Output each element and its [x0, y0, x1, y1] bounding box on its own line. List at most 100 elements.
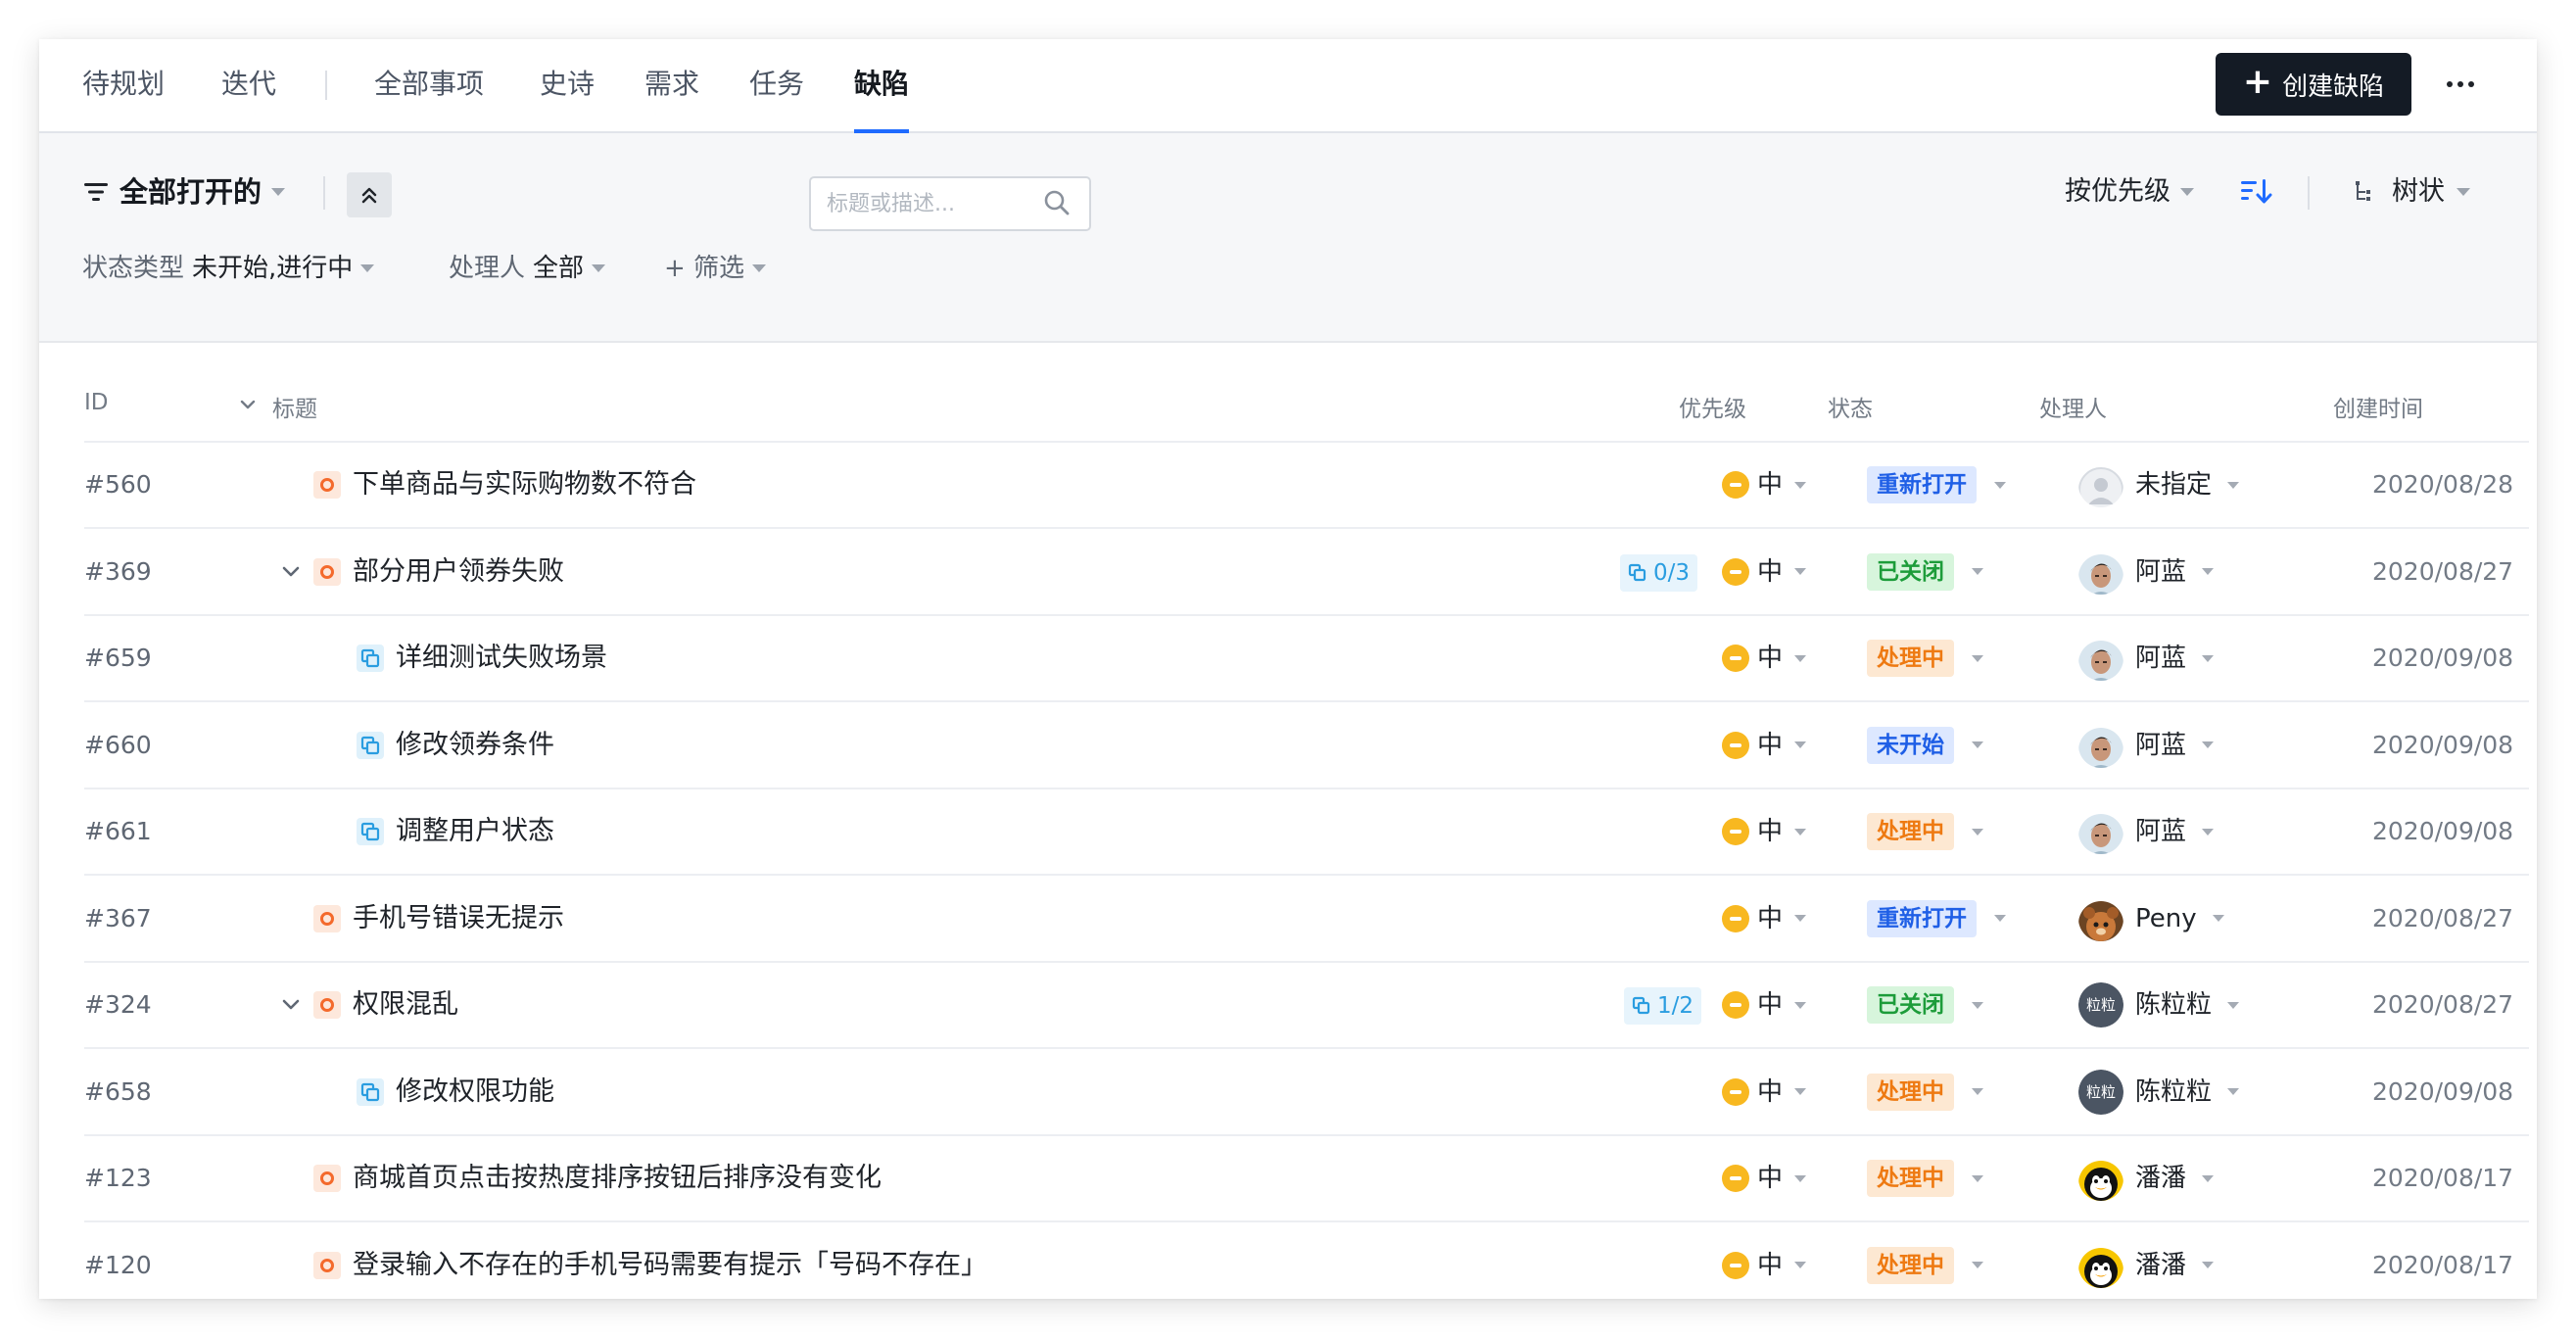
- defect-title-cell[interactable]: 下单商品与实际购物数不符合: [313, 443, 696, 527]
- status-selector[interactable]: 重新打开: [1867, 443, 2006, 527]
- created-date: 2020/08/27: [2372, 990, 2514, 1019]
- defect-id[interactable]: #659: [84, 616, 152, 700]
- priority-selector[interactable]: 中: [1722, 789, 1807, 874]
- chevron-down-icon: [1794, 654, 1807, 662]
- defect-title-cell[interactable]: 修改领券条件: [357, 703, 554, 788]
- add-filter-button[interactable]: + 筛选: [664, 249, 767, 288]
- table-row[interactable]: #661 调整用户状态 中 处理中 阿蓝 2020/09/08: [84, 789, 2529, 876]
- tab-task[interactable]: 任务: [749, 39, 804, 133]
- defect-id[interactable]: #660: [84, 703, 152, 788]
- priority-selector[interactable]: 中: [1722, 1050, 1807, 1134]
- chevron-double-up-icon: [361, 187, 377, 204]
- tab-backlog[interactable]: 待规划: [82, 39, 165, 133]
- assignee-filter[interactable]: 处理人 全部: [449, 249, 606, 288]
- status-selector[interactable]: 处理中: [1867, 1050, 1983, 1134]
- table-row[interactable]: #658 修改权限功能 中 处理中 粒粒 陈粒粒 2020/09/08: [84, 1050, 2529, 1136]
- subtask-count-badge[interactable]: 0/3: [1620, 553, 1698, 592]
- priority-selector[interactable]: 中: [1722, 1136, 1807, 1220]
- table-row[interactable]: #123 商城首页点击按热度排序按钮后排序没有变化 中 处理中 潘潘 2020/08/17: [84, 1136, 2529, 1222]
- col-created[interactable]: 创建时间: [2333, 390, 2423, 423]
- tab-all-items[interactable]: 全部事项: [374, 39, 484, 133]
- col-title[interactable]: 标题: [272, 390, 317, 423]
- view-selector[interactable]: 全部打开的: [82, 172, 286, 212]
- status-selector[interactable]: 处理中: [1867, 616, 1983, 700]
- assignee-selector[interactable]: 阿蓝: [2078, 616, 2215, 700]
- chevron-down-icon: [1972, 654, 1983, 662]
- assignee-selector[interactable]: Peny: [2078, 877, 2224, 961]
- table-row[interactable]: #660 修改领券条件 中 未开始 阿蓝 2020/09/08: [84, 703, 2529, 789]
- chevron-down-icon[interactable]: [278, 559, 304, 585]
- assignee-selector[interactable]: 潘潘: [2078, 1223, 2215, 1300]
- assignee-selector[interactable]: 阿蓝: [2078, 530, 2215, 614]
- col-id[interactable]: ID: [84, 390, 109, 415]
- col-status[interactable]: 状态: [1828, 390, 1873, 423]
- chevron-down-icon[interactable]: [278, 992, 304, 1018]
- defect-title-cell[interactable]: 权限混乱: [313, 963, 458, 1047]
- more-options-button[interactable]: [2437, 63, 2484, 106]
- chevron-down-icon: [1994, 481, 2006, 489]
- sort-by-selector[interactable]: 按优先级: [2065, 172, 2194, 212]
- defect-title-cell[interactable]: 登录输入不存在的手机号码需要有提示「号码不存在」: [313, 1223, 987, 1300]
- defect-id[interactable]: #369: [84, 530, 152, 614]
- status-type-value: 未开始,进行中: [192, 254, 354, 283]
- defect-id[interactable]: #658: [84, 1050, 152, 1134]
- priority-label: 中: [1757, 556, 1784, 587]
- priority-selector[interactable]: 中: [1722, 877, 1807, 961]
- status-badge: 重新打开: [1867, 466, 1977, 503]
- tab-epic[interactable]: 史诗: [540, 39, 595, 133]
- priority-selector[interactable]: 中: [1722, 703, 1807, 788]
- table-row[interactable]: #120 登录输入不存在的手机号码需要有提示「号码不存在」 中 处理中 潘潘 2020/0…: [84, 1223, 2529, 1300]
- defect-id[interactable]: #661: [84, 789, 152, 874]
- priority-selector[interactable]: 中: [1722, 616, 1807, 700]
- table-row[interactable]: #367 手机号错误无提示 中 重新打开 Peny 2020/08/27: [84, 877, 2529, 963]
- sort-direction-button[interactable]: [2237, 172, 2276, 212]
- priority-selector[interactable]: 中: [1722, 963, 1807, 1047]
- status-type-filter[interactable]: 状态类型 未开始,进行中: [82, 249, 375, 288]
- status-selector[interactable]: 未开始: [1867, 703, 1983, 788]
- assignee-selector[interactable]: 阿蓝: [2078, 789, 2215, 874]
- defect-id[interactable]: #120: [84, 1223, 152, 1300]
- defect-id[interactable]: #123: [84, 1136, 152, 1220]
- assignee-selector[interactable]: 粒粒 陈粒粒: [2078, 963, 2240, 1047]
- priority-selector[interactable]: 中: [1722, 530, 1807, 614]
- defect-title-cell[interactable]: 修改权限功能: [357, 1050, 554, 1134]
- assignee-selector[interactable]: 粒粒 陈粒粒: [2078, 1050, 2240, 1134]
- col-priority[interactable]: 优先级: [1679, 390, 1746, 423]
- table-row[interactable]: #659 详细测试失败场景 中 处理中 阿蓝 2020/09/08: [84, 616, 2529, 702]
- defect-title-cell[interactable]: 调整用户状态: [357, 789, 554, 874]
- assignee-selector[interactable]: 未指定: [2078, 443, 2240, 527]
- status-selector[interactable]: 重新打开: [1867, 877, 2006, 961]
- table-row[interactable]: #324 权限混乱 1/2 中 已关闭 粒粒 陈粒粒 2020/08/27: [84, 963, 2529, 1049]
- tree-view-selector[interactable]: 树状: [2353, 172, 2470, 212]
- collapse-filters-button[interactable]: [347, 172, 392, 217]
- status-selector[interactable]: 已关闭: [1867, 530, 1983, 614]
- col-assignee[interactable]: 处理人: [2039, 390, 2107, 423]
- defect-title-cell[interactable]: 详细测试失败场景: [357, 616, 607, 700]
- subtask-count-badge[interactable]: 1/2: [1624, 987, 1702, 1025]
- defect-title-cell[interactable]: 商城首页点击按热度排序按钮后排序没有变化: [313, 1136, 882, 1220]
- tab-defect[interactable]: 缺陷: [854, 39, 910, 133]
- tab-iteration[interactable]: 迭代: [221, 39, 276, 133]
- chevron-down-icon: [2202, 828, 2215, 836]
- defect-id[interactable]: #367: [84, 877, 152, 961]
- table-row[interactable]: #560 下单商品与实际购物数不符合 中 重新打开 未指定 2020/08/28: [84, 443, 2529, 529]
- status-selector[interactable]: 处理中: [1867, 1223, 1983, 1300]
- priority-selector[interactable]: 中: [1722, 443, 1807, 527]
- assignee-selector[interactable]: 潘潘: [2078, 1136, 2215, 1220]
- defect-title-cell[interactable]: 部分用户领券失败: [313, 530, 564, 614]
- expand-all-icon[interactable]: [237, 394, 259, 415]
- table-row[interactable]: #369 部分用户领券失败 0/3 中 已关闭 阿蓝 2020/08/27: [84, 530, 2529, 616]
- chevron-down-icon: [1794, 1088, 1807, 1095]
- priority-selector[interactable]: 中: [1722, 1223, 1807, 1300]
- status-selector[interactable]: 已关闭: [1867, 963, 1983, 1047]
- status-selector[interactable]: 处理中: [1867, 789, 1983, 874]
- defect-title-cell[interactable]: 手机号错误无提示: [313, 877, 564, 961]
- status-selector[interactable]: 处理中: [1867, 1136, 1983, 1220]
- tab-requirement[interactable]: 需求: [644, 39, 699, 133]
- search-icon[interactable]: [1042, 188, 1072, 217]
- assignee-name: 陈粒粒: [2135, 990, 2213, 1020]
- defect-id[interactable]: #560: [84, 443, 152, 527]
- assignee-selector[interactable]: 阿蓝: [2078, 703, 2215, 788]
- defect-id[interactable]: #324: [84, 963, 152, 1047]
- create-defect-button[interactable]: + 创建缺陷: [2216, 53, 2411, 116]
